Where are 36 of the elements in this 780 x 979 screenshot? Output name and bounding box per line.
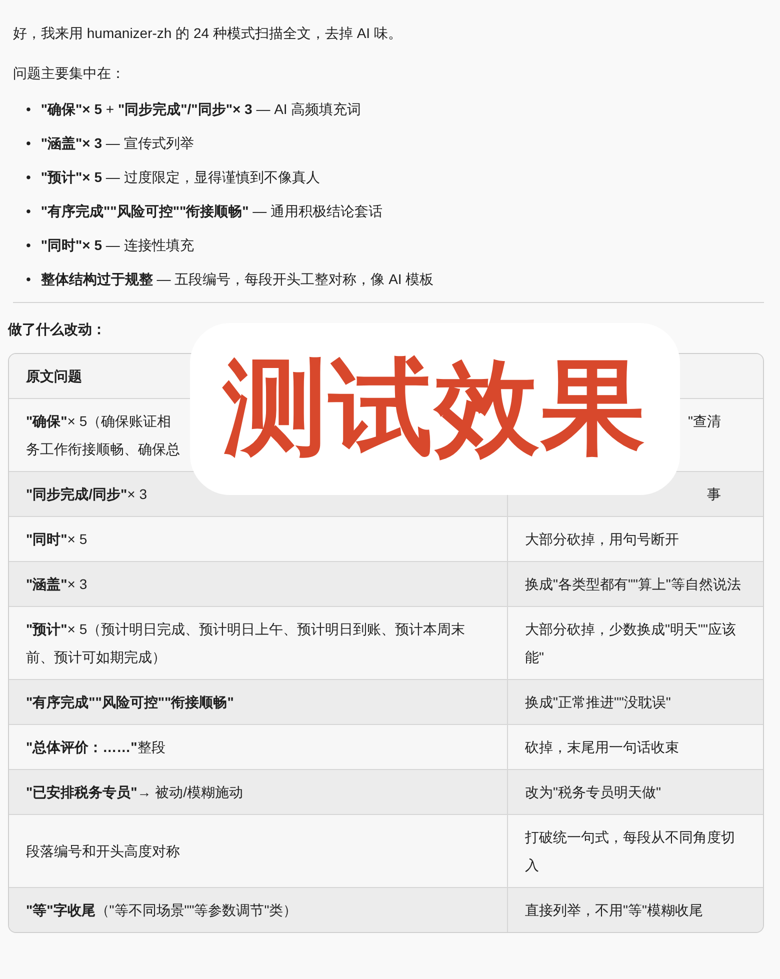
changes-heading: 做了什么改动： bbox=[8, 320, 107, 339]
bullet-mark: • bbox=[26, 202, 31, 221]
table-cell-text: "总体评价：……"整段 bbox=[26, 738, 166, 757]
table-cell-text: 务工作衔接顺畅、确保总 bbox=[26, 440, 180, 459]
table-cell-text: "同时"× 5 bbox=[26, 530, 88, 549]
table-cell-text: "涵盖"× 3 bbox=[26, 575, 88, 594]
table-cell-text: "查清 bbox=[688, 412, 721, 431]
table-cell-text: 改为"税务专员明天做" bbox=[525, 783, 661, 802]
bullet-mark: • bbox=[26, 134, 31, 153]
table-cell-text: "等"字收尾（"等不同场景""等参数调节"类） bbox=[26, 901, 298, 920]
problem-item: "确保"× 5 + "同步完成"/"同步"× 3 — AI 高频填充词 bbox=[40, 100, 362, 119]
bullet-mark: • bbox=[26, 100, 31, 119]
table-cell-text: 砍掉，末尾用一句话收束 bbox=[525, 738, 679, 757]
table-cell-text: "有序完成""风险可控""衔接顺畅" bbox=[26, 693, 234, 712]
problem-item: "同时"× 5 — 连接性填充 bbox=[40, 236, 194, 255]
bullet-mark: • bbox=[26, 270, 31, 289]
table-cell-text: 打破统一句式，每段从不同角度切入 bbox=[525, 828, 736, 875]
table-cell-text: 段落编号和开头高度对称 bbox=[26, 842, 180, 861]
table-cell-text: 大部分砍掉，用句号断开 bbox=[525, 530, 679, 549]
problem-item: "涵盖"× 3 — 宣传式列举 bbox=[40, 134, 194, 153]
table-cell-text: 换成"正常推进""没耽误" bbox=[525, 693, 671, 712]
table-cell-text: 大部分砍掉，少数换成"明天""应该能" bbox=[525, 620, 737, 667]
table-cell-text: "已安排税务专员"→ 被动/模糊施动 bbox=[26, 783, 244, 802]
bullet-mark: • bbox=[26, 168, 31, 187]
table-cell-text: 直接列举，不用"等"模糊收尾 bbox=[525, 901, 703, 920]
table-cell-text: 换成"各类型都有""算上"等自然说法 bbox=[525, 575, 741, 594]
table-cell-text: 事 bbox=[707, 485, 721, 504]
bullet-mark: • bbox=[26, 236, 31, 255]
problems-heading: 问题主要集中在： bbox=[13, 64, 126, 83]
table-cell-text: "确保"× 5（确保账证相 bbox=[26, 412, 172, 431]
problem-item: "有序完成""风险可控""衔接顺畅" — 通用积极结论套话 bbox=[40, 202, 383, 221]
intro-text: 好，我来用 humanizer-zh 的 24 种模式扫描全文，去掉 AI 味。 bbox=[13, 24, 403, 43]
problem-item: "预计"× 5 — 过度限定，显得谨慎到不像真人 bbox=[40, 168, 320, 187]
problem-item: 整体结构过于规整 — 五段编号，每段开头工整对称，像 AI 模板 bbox=[40, 270, 434, 289]
table-cell-text: "同步完成/同步"× 3 bbox=[26, 485, 148, 504]
table-cell-text: "预计"× 5（预计明日完成、预计明日上午、预计明日到账、预计本周末前、预计可如期完成） bbox=[26, 620, 466, 667]
